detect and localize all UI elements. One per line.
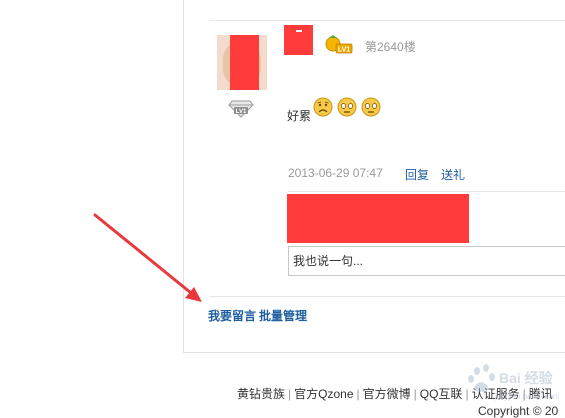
footer-separator: | xyxy=(356,387,360,401)
reply-link[interactable]: 回复 xyxy=(405,166,429,183)
reply-redaction xyxy=(287,194,469,243)
copyright: Copyright © 20 xyxy=(478,404,559,418)
footer-separator: | xyxy=(413,387,417,401)
avatar-redaction xyxy=(230,35,259,90)
footer-link-qzone[interactable]: 官方Qzone xyxy=(294,387,353,401)
actions-divider xyxy=(209,296,565,297)
sad-face-icon xyxy=(313,97,333,117)
avatar[interactable] xyxy=(217,35,267,90)
leave-message-link[interactable]: 我要留言 xyxy=(208,307,256,324)
post-divider-top xyxy=(209,20,565,21)
footer-link-yellow-diamond[interactable]: 黄钻贵族 xyxy=(237,387,285,401)
message-text: 好累 xyxy=(287,109,312,123)
pouting-face-icon xyxy=(361,97,381,117)
footer-separator: | xyxy=(288,387,292,401)
diamond-level-text: LV1 xyxy=(236,109,247,115)
content-panel-bottom-border xyxy=(183,352,565,353)
floor-number: 第2640楼 xyxy=(365,40,416,54)
annotation-arrow-icon xyxy=(93,213,202,302)
diamond-level-icon[interactable]: LV1 xyxy=(228,98,254,118)
batch-manage-link[interactable]: 批量管理 xyxy=(259,307,307,324)
watermark-text: Bai 经验 xyxy=(499,370,554,386)
post-timestamp: 2013-06-29 07:47 xyxy=(288,166,383,180)
reply-input[interactable] xyxy=(288,246,565,276)
baidu-jingyan-watermark-logo: Bai 经验 jingyan.baidu.com xyxy=(468,364,560,401)
yellow-diamond-vip-icon[interactable]: LV1 xyxy=(324,34,354,54)
reply-section-divider xyxy=(288,191,565,192)
vip-level-text: LV1 xyxy=(338,47,350,54)
watermark-subtext: jingyan.baidu.com xyxy=(494,392,560,401)
username-dash xyxy=(296,30,302,32)
footer-link-weibo[interactable]: 官方微博 xyxy=(363,387,411,401)
pouting-face-icon xyxy=(337,97,357,117)
send-gift-link[interactable]: 送礼 xyxy=(441,166,465,183)
